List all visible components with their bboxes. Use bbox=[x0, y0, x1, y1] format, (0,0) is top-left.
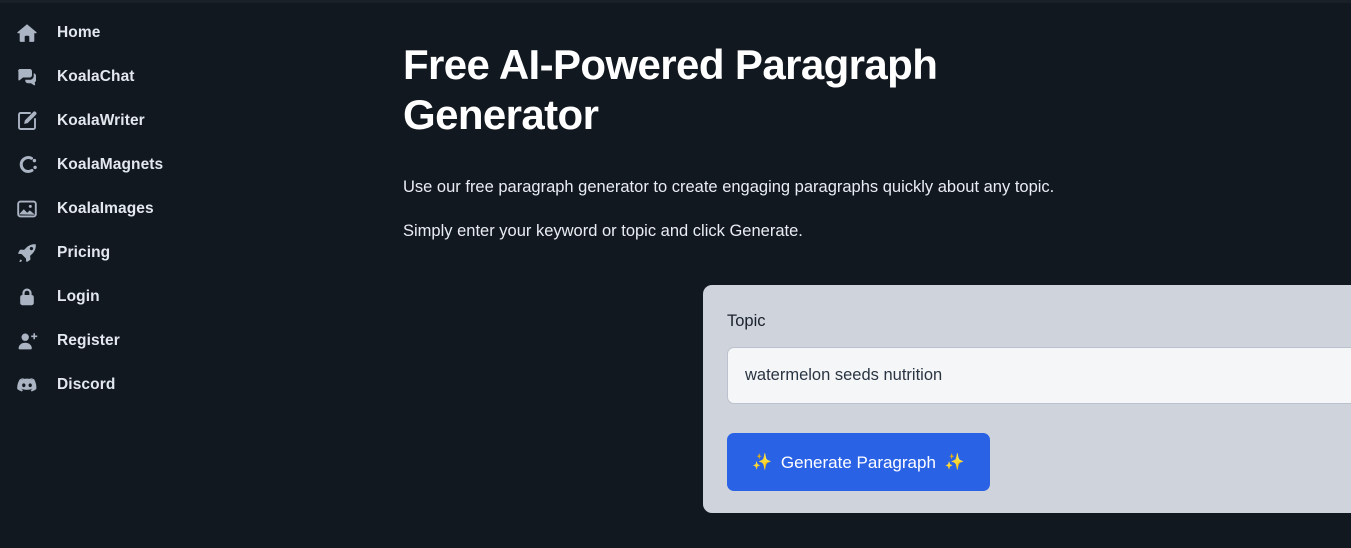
chat-bubbles-icon bbox=[14, 64, 40, 90]
magnet-icon bbox=[14, 152, 40, 178]
sidebar-item-label: KoalaImages bbox=[57, 200, 154, 217]
topic-input[interactable] bbox=[727, 347, 1351, 404]
sidebar-item-home[interactable]: Home bbox=[0, 11, 300, 55]
sidebar-item-koalawriter[interactable]: KoalaWriter bbox=[0, 99, 300, 143]
topic-label: Topic bbox=[727, 312, 766, 330]
window-top-edge bbox=[0, 0, 1351, 3]
sidebar-item-label: Register bbox=[57, 332, 120, 349]
generator-form-card: Topic ✨ Generate Paragraph ✨ bbox=[703, 285, 1351, 513]
sidebar-item-label: Discord bbox=[57, 376, 116, 393]
sidebar-item-label: KoalaChat bbox=[57, 68, 135, 85]
sidebar-item-register[interactable]: Register bbox=[0, 319, 300, 363]
sidebar-item-discord[interactable]: Discord bbox=[0, 363, 300, 407]
sidebar-item-label: KoalaMagnets bbox=[57, 156, 164, 173]
lock-icon bbox=[14, 284, 40, 310]
sidebar-item-pricing[interactable]: Pricing bbox=[0, 231, 300, 275]
rocket-icon bbox=[14, 240, 40, 266]
image-icon bbox=[14, 196, 40, 222]
app-root: Home KoalaChat KoalaWriter KoalaMagnets … bbox=[0, 0, 1351, 548]
sidebar-item-koalachat[interactable]: KoalaChat bbox=[0, 55, 300, 99]
sidebar-item-login[interactable]: Login bbox=[0, 275, 300, 319]
generate-paragraph-button[interactable]: ✨ Generate Paragraph ✨ bbox=[727, 433, 990, 491]
sidebar: Home KoalaChat KoalaWriter KoalaMagnets … bbox=[0, 0, 300, 548]
pencil-square-icon bbox=[14, 108, 40, 134]
main-content: Free AI-Powered Paragraph Generator Use … bbox=[300, 0, 1351, 548]
sparkles-left-icon: ✨ bbox=[752, 452, 772, 471]
discord-icon bbox=[14, 372, 40, 398]
user-plus-icon bbox=[14, 328, 40, 354]
generate-button-label: Generate Paragraph bbox=[780, 452, 936, 472]
sparkles-right-icon: ✨ bbox=[944, 452, 965, 471]
home-icon bbox=[14, 20, 40, 46]
page-title: Free AI-Powered Paragraph Generator bbox=[403, 41, 938, 138]
intro-paragraph-2: Simply enter your keyword or topic and c… bbox=[403, 222, 803, 240]
sidebar-item-label: Home bbox=[57, 24, 101, 41]
sidebar-item-koalamagnets[interactable]: KoalaMagnets bbox=[0, 143, 300, 187]
sidebar-item-label: Pricing bbox=[57, 244, 111, 261]
sidebar-item-label: Login bbox=[57, 288, 100, 305]
sidebar-item-label: KoalaWriter bbox=[57, 112, 145, 129]
sidebar-item-koalaimages[interactable]: KoalaImages bbox=[0, 187, 300, 231]
intro-paragraph-1: Use our free paragraph generator to crea… bbox=[403, 178, 1055, 196]
